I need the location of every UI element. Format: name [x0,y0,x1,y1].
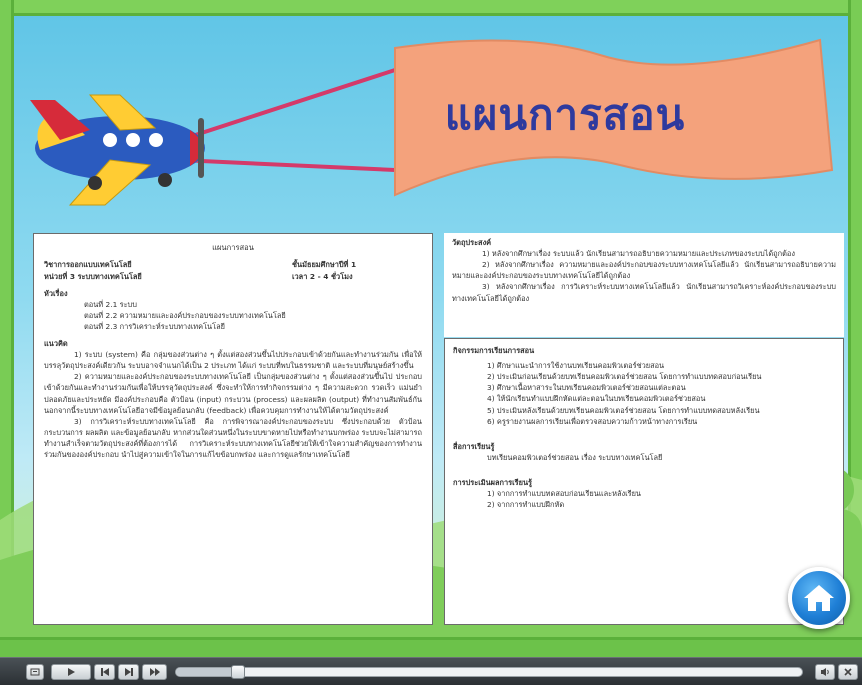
activities-panel: กิจกรรมการเรียนการสอน 1) ศึกษาแนะนำการใช… [444,338,844,625]
forward-icon [124,668,133,676]
activity-item: 4) ให้นักเรียนทำแบบฝึกหัดแต่ละตอนในบทเรี… [487,394,706,404]
evaluation-item: 1) จากการทำแบบทดสอบก่อนเรียนและหลังเรียน [487,489,641,499]
player-control-bar [0,657,862,685]
unit-row: หน่วยที่ 3 ระบบทางเทคโนโลยี เวลา 2 - 4 ช… [44,271,422,282]
topic-item: ตอนที่ 2.2 ความหมายและองค์ประกอบของระบบท… [84,310,286,320]
home-button[interactable] [788,567,850,629]
topic-item: ตอนที่ 2.3 การวิเคราะห์ระบบทางเทคโนโลยี [84,321,225,331]
play-button[interactable] [51,664,91,680]
subject-row: วิชาการออกแบบเทคโนโลยี ชั้นมัธยมศึกษาปีท… [44,259,422,270]
progress-fill [176,668,239,676]
rewind-button[interactable] [94,664,115,680]
objectives-panel: วัตถุประสงค์ 1) หลังจากศึกษาเรื่อง ระบบแ… [444,233,844,337]
caption-icon [30,668,40,676]
frame-bottom [0,637,862,657]
concept-paragraph: 3) การวิเคราะห์ระบบทางเทคโนโลยี คือ การพ… [44,416,422,460]
objective-item: 1) หลังจากศึกษาเรื่อง ระบบแล้ว นักเรียนส… [482,249,795,259]
evaluation-item: 2) จากการทำแบบฝึกหัด [487,500,565,510]
volume-button[interactable] [815,664,835,680]
concept-heading: แนวคิด [44,339,68,349]
forward-button[interactable] [118,664,139,680]
activity-item: 6) ครูรายงานผลการเรียนเพื่อตรวจสอบความก้… [487,416,698,426]
progress-track[interactable] [175,667,803,677]
home-icon [804,585,834,611]
time-label: เวลา 2 - 4 ชั่วโมง [292,271,353,281]
evaluation-heading: การประเมินผลการเรียนรู้ [453,477,532,487]
objective-item: 2) หลังจากศึกษาเรื่อง ความหมายและองค์ประ… [452,260,836,281]
lesson-slide: แผนการสอน แผนการสอน วิชาการออกแบบเทคโนโล… [0,0,862,657]
play-icon [68,668,75,676]
objectives-heading: วัตถุประสงค์ [452,238,492,247]
topics-heading: หัวเรื่อง [44,288,68,298]
activity-item: 1) ศึกษาแนะนำการใช้งานบทเรียนคอมพิวเตอร์… [487,361,665,371]
activities-heading: กิจกรรมการเรียนการสอน [453,346,535,355]
activities-list: 1) ศึกษาแนะนำการใช้งานบทเรียนคอมพิวเตอร์… [453,360,835,427]
fast-forward-button[interactable] [142,664,167,680]
close-icon [844,668,852,676]
activity-item: 2) ประเมินก่อนเรียนด้วยบทเรียนคอมพิวเตอร… [487,372,762,382]
activity-item: 5) ประเมินหลังเรียนด้วยบทเรียนคอมพิวเตอร… [487,405,760,415]
fast-forward-icon [149,668,160,676]
objective-item: 3) หลังจากศึกษาเรื่อง การวิเคราะห์ระบบทา… [452,282,836,303]
media-heading: สื่อการเรียนรู้ [453,441,495,451]
banner-title: แผนการสอน [444,90,686,139]
rewind-icon [100,668,109,676]
concept-paragraph: 1) ระบบ (system) คือ กลุ่มของส่วนต่าง ๆ … [44,350,422,371]
volume-icon [821,668,829,676]
airplane-icon [30,94,205,206]
media-text: บทเรียนคอมพิวเตอร์ช่วยสอน เรื่อง ระบบทาง… [487,452,663,462]
subject-label: วิชาการออกแบบเทคโนโลยี [44,260,132,270]
progress-thumb[interactable] [230,665,245,679]
grade-label: ชั้นมัธยมศึกษาปีที่ 1 [292,260,357,270]
document-title: แผนการสอน [212,243,254,252]
close-button[interactable] [838,664,858,680]
topic-item: ตอนที่ 2.1 ระบบ [84,299,137,309]
lesson-plan-panel: แผนการสอน วิชาการออกแบบเทคโนโลยี ชั้นมัธ… [33,233,433,625]
unit-label: หน่วยที่ 3 ระบบทางเทคโนโลยี [44,271,142,281]
caption-button[interactable] [26,664,44,680]
activity-item: 3) ศึกษาเนื้อหาสาระในบทเรียนคอมพิวเตอร์ช… [487,383,686,393]
concept-paragraph: 2) ความหมายและองค์ประกอบของระบบทางเทคโนโ… [44,372,422,415]
